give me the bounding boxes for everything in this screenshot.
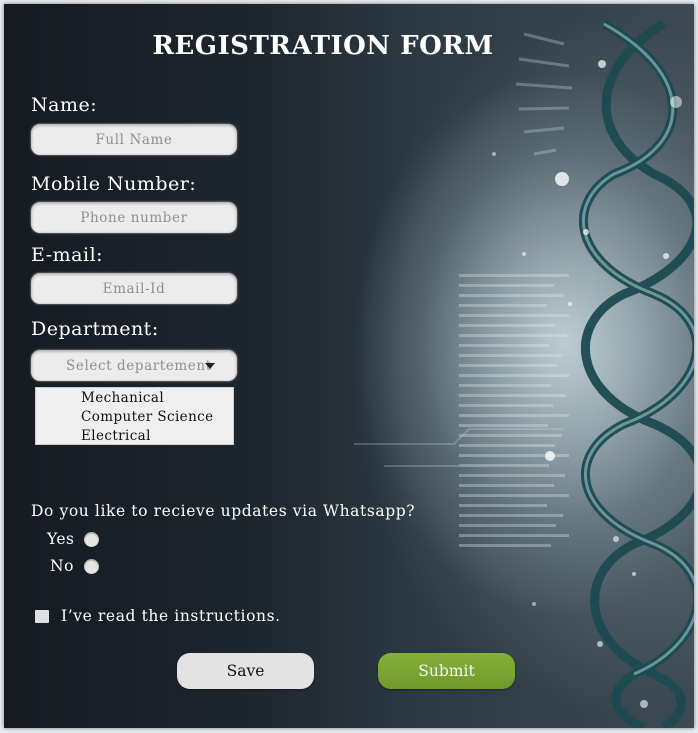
phone-field[interactable]: Phone number [31,202,237,233]
save-button[interactable]: Save [177,653,314,689]
radio-yes[interactable] [84,532,99,547]
option-mechanical[interactable]: Mechanical [81,390,164,406]
department-select-value: Select departement [66,358,212,374]
radio-no[interactable] [84,559,99,574]
name-label: Name: [31,94,98,116]
mobile-label: Mobile Number: [31,173,197,195]
department-options-list: Mechanical Computer Science Electrical [35,387,234,445]
email-field[interactable]: Email-Id [31,273,237,304]
registration-panel: REGISTRATION FORM Name: Full Name Mobile… [4,4,694,728]
instructions-checkbox-label: I’ve read the instructions. [61,607,281,625]
caret-down-icon [205,363,215,369]
option-electrical[interactable]: Electrical [81,428,151,444]
department-select[interactable]: Select departement [31,350,237,381]
submit-button[interactable]: Submit [378,653,515,689]
department-label: Department: [31,318,159,340]
radio-no-label: No [50,557,74,575]
radio-yes-label: Yes [47,530,75,548]
name-field[interactable]: Full Name [31,124,237,155]
email-label: E-mail: [31,244,104,266]
form-title: REGISTRATION FORM [152,31,494,61]
whatsapp-question: Do you like to recieve updates via Whats… [31,502,416,520]
instructions-checkbox[interactable] [35,610,49,623]
option-computer-science[interactable]: Computer Science [81,409,214,425]
